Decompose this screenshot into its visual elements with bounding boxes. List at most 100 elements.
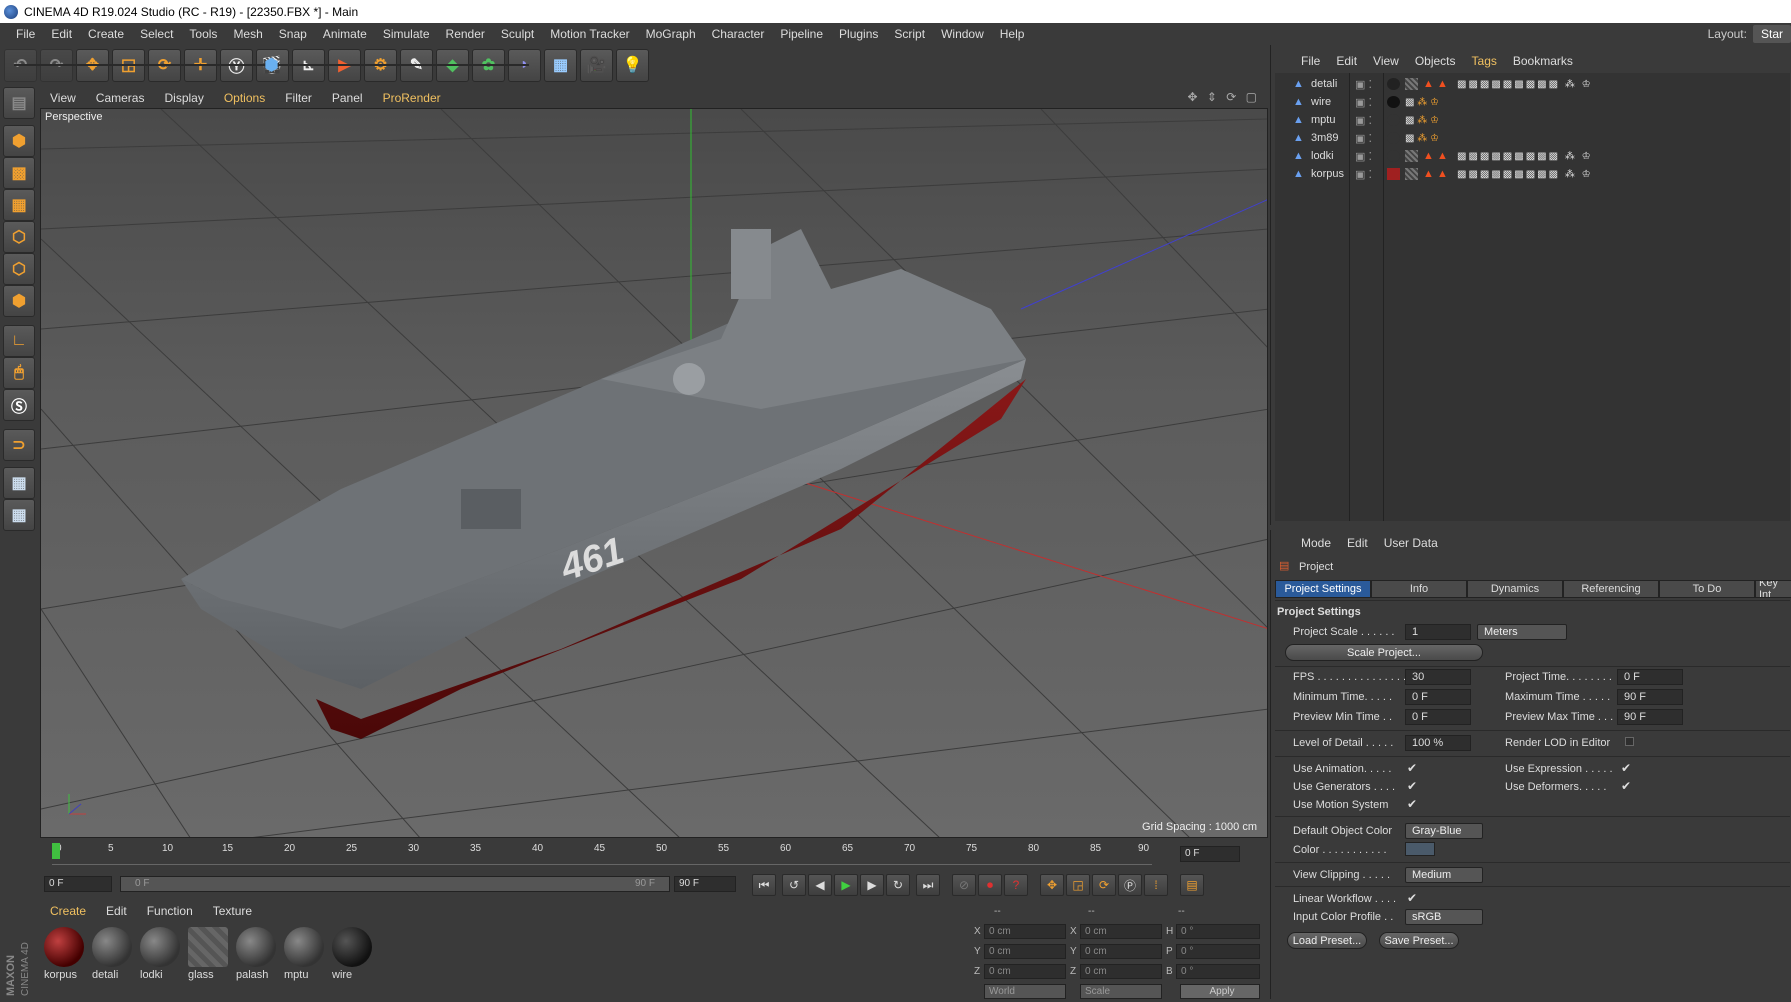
material-tags-icon[interactable]: ▩▩▩▩▩▩▩▩▩ ⁂ ♔ xyxy=(1457,169,1593,180)
menu-motion-tracker[interactable]: Motion Tracker xyxy=(542,27,637,41)
material-menu-function[interactable]: Function xyxy=(137,904,203,918)
material-menu-create[interactable]: Create xyxy=(40,904,96,918)
objmenu-tags[interactable]: Tags xyxy=(1464,54,1505,68)
menu-tools[interactable]: Tools xyxy=(181,27,225,41)
phong-tag-icon[interactable]: ▲ ▲ xyxy=(1423,168,1448,180)
viewport-menu-view[interactable]: View xyxy=(40,91,86,105)
menu-character[interactable]: Character xyxy=(704,27,773,41)
phong-tag-icon[interactable]: ▲ ▲ xyxy=(1423,78,1448,90)
material-korpus[interactable]: korpus xyxy=(42,925,86,985)
perspective-viewport[interactable]: 461 Perspective Grid Spacing : 1000 cm xyxy=(40,108,1268,838)
texture-tag-icon[interactable] xyxy=(1387,78,1400,90)
object-row-wire[interactable]: ▲ wire ▣ ⁚ ▩ ⁂ ♔ xyxy=(1275,93,1790,111)
use-motion-system-checkbox[interactable]: ✔ xyxy=(1407,797,1417,811)
texture-tag-icon[interactable] xyxy=(1387,114,1400,126)
visibility-toggle-icon[interactable]: ▣ ⁚ xyxy=(1355,150,1372,163)
visibility-toggle-icon[interactable]: ▣ ⁚ xyxy=(1355,78,1372,91)
use-expression-checkbox[interactable]: ✔ xyxy=(1621,761,1631,775)
size-y-field[interactable]: 0 cm xyxy=(1080,944,1162,959)
key-pla-icon[interactable]: ⁞ xyxy=(1144,874,1168,896)
linear-workflow-checkbox[interactable]: ✔ xyxy=(1407,891,1417,905)
tab-to-do[interactable]: To Do xyxy=(1659,580,1755,598)
use-generators-checkbox[interactable]: ✔ xyxy=(1407,779,1417,793)
object-row-lodki[interactable]: ▲ lodki ▣ ⁚ ▲ ▲ ▩▩▩▩▩▩▩▩▩ ⁂ ♔ xyxy=(1275,147,1790,165)
magnet-icon[interactable]: ⊃ xyxy=(3,429,35,461)
material-tags-icon[interactable]: ▩▩▩▩▩▩▩▩▩ ⁂ ♔ xyxy=(1457,79,1593,90)
menu-render[interactable]: Render xyxy=(438,27,493,41)
pos-x-field[interactable]: 0 cm xyxy=(984,924,1066,939)
layout-dropdown[interactable]: Star xyxy=(1752,25,1791,43)
make-editable-icon[interactable]: ▤ xyxy=(3,87,35,119)
snapping-icon[interactable]: Ⓢ xyxy=(3,389,35,421)
default-object-color-dropdown[interactable]: Gray-Blue xyxy=(1405,823,1483,839)
polygons-mode-icon[interactable]: ⬢ xyxy=(3,285,35,317)
menu-select[interactable]: Select xyxy=(132,27,181,41)
attrmenu-mode[interactable]: Mode xyxy=(1293,536,1339,550)
material-lodki[interactable]: lodki xyxy=(138,925,182,985)
use-deformers-checkbox[interactable]: ✔ xyxy=(1621,779,1631,793)
material-tags-icon[interactable]: ▩ ⁂ ♔ xyxy=(1405,115,1439,126)
fps-field[interactable]: 30 xyxy=(1405,669,1471,685)
save-preset-button[interactable]: Save Preset... xyxy=(1379,932,1459,949)
material-menu-texture[interactable]: Texture xyxy=(203,904,262,918)
menu-help[interactable]: Help xyxy=(992,27,1033,41)
current-frame-field[interactable]: 0 F xyxy=(1180,846,1240,862)
cube-primitive-icon[interactable]: ⬢ xyxy=(14,57,529,74)
menu-file[interactable]: File xyxy=(8,27,43,41)
object-row-3m89[interactable]: ▲ 3m89 ▣ ⁚ ▩ ⁂ ♔ xyxy=(1275,129,1790,147)
planar-workplane-icon[interactable]: ▦ xyxy=(3,499,35,531)
axis-mode-icon[interactable]: ∟ xyxy=(3,325,35,357)
goto-end-icon[interactable]: ⏭ xyxy=(916,874,940,896)
light-icon[interactable]: 💡 xyxy=(616,48,649,82)
tab-referencing[interactable]: Referencing xyxy=(1563,580,1659,598)
rot-h-field[interactable]: 0 ° xyxy=(1176,924,1260,939)
texture-tag-icon[interactable] xyxy=(1387,96,1400,108)
lod-field[interactable]: 100 % xyxy=(1405,735,1471,751)
preview-min-field[interactable]: 0 F xyxy=(1405,709,1471,725)
viewport-menu-cameras[interactable]: Cameras xyxy=(86,91,155,105)
start-frame-field[interactable]: 0 F xyxy=(44,876,112,892)
rot-b-field[interactable]: 0 ° xyxy=(1176,964,1260,979)
coord-size-mode-dropdown[interactable]: Scale xyxy=(1080,984,1162,999)
texture-mode-icon[interactable]: ▩ xyxy=(3,157,35,189)
object-row-korpus[interactable]: ▲ korpus ▣ ⁚ ▲ ▲ ▩▩▩▩▩▩▩▩▩ ⁂ ♔ xyxy=(1275,165,1790,183)
viewport-menu-options[interactable]: Options xyxy=(214,91,275,105)
menu-create[interactable]: Create xyxy=(80,27,132,41)
project-time-field[interactable]: 0 F xyxy=(1617,669,1683,685)
menu-edit[interactable]: Edit xyxy=(43,27,80,41)
tab-info[interactable]: Info xyxy=(1371,580,1467,598)
tweak-mode-icon[interactable]: 🖱 xyxy=(3,357,35,389)
viewport-menu-display[interactable]: Display xyxy=(154,91,213,105)
key-rotation-icon[interactable]: ⟳ xyxy=(1092,874,1116,896)
key-scale-icon[interactable]: ◲ xyxy=(1066,874,1090,896)
playhead[interactable] xyxy=(52,843,60,859)
lock-workplane-icon[interactable]: ▦ xyxy=(3,467,35,499)
rot-p-field[interactable]: 0 ° xyxy=(1176,944,1260,959)
viewport-menu-panel[interactable]: Panel xyxy=(322,91,373,105)
points-mode-icon[interactable]: ⬡ xyxy=(3,221,35,253)
keyframe-selection-icon[interactable]: ? xyxy=(1004,874,1028,896)
timeline-ruler[interactable]: 0 5 10 15 20 25 30 35 40 45 50 55 60 65 … xyxy=(40,840,1268,868)
menu-window[interactable]: Window xyxy=(933,27,992,41)
coord-mode-dropdown[interactable]: World xyxy=(984,984,1066,999)
next-key-icon[interactable]: ↻ xyxy=(886,874,910,896)
workplane-mode-icon[interactable]: ▦ xyxy=(3,189,35,221)
texture-tag-icon[interactable] xyxy=(1387,168,1400,180)
menu-script[interactable]: Script xyxy=(886,27,933,41)
material-menu-edit[interactable]: Edit xyxy=(96,904,137,918)
key-position-icon[interactable]: ✥ xyxy=(1040,874,1064,896)
max-time-field[interactable]: 90 F xyxy=(1617,689,1683,705)
texture-tag-icon[interactable] xyxy=(1405,168,1418,180)
visibility-toggle-icon[interactable]: ▣ ⁚ xyxy=(1355,114,1372,127)
min-time-field[interactable]: 0 F xyxy=(1405,689,1471,705)
prev-frame-icon[interactable]: ◀ xyxy=(808,874,832,896)
material-tags-icon[interactable]: ▩▩▩▩▩▩▩▩▩ ⁂ ♔ xyxy=(1457,151,1593,162)
phong-tag-icon[interactable]: ▲ ▲ xyxy=(1423,150,1448,162)
texture-tag-icon[interactable] xyxy=(1405,150,1418,162)
menu-simulate[interactable]: Simulate xyxy=(375,27,438,41)
object-row-mptu[interactable]: ▲ mptu ▣ ⁚ ▩ ⁂ ♔ xyxy=(1275,111,1790,129)
size-x-field[interactable]: 0 cm xyxy=(1080,924,1162,939)
pos-z-field[interactable]: 0 cm xyxy=(984,964,1066,979)
menu-animate[interactable]: Animate xyxy=(315,27,375,41)
play-icon[interactable]: ▶ xyxy=(834,874,858,896)
